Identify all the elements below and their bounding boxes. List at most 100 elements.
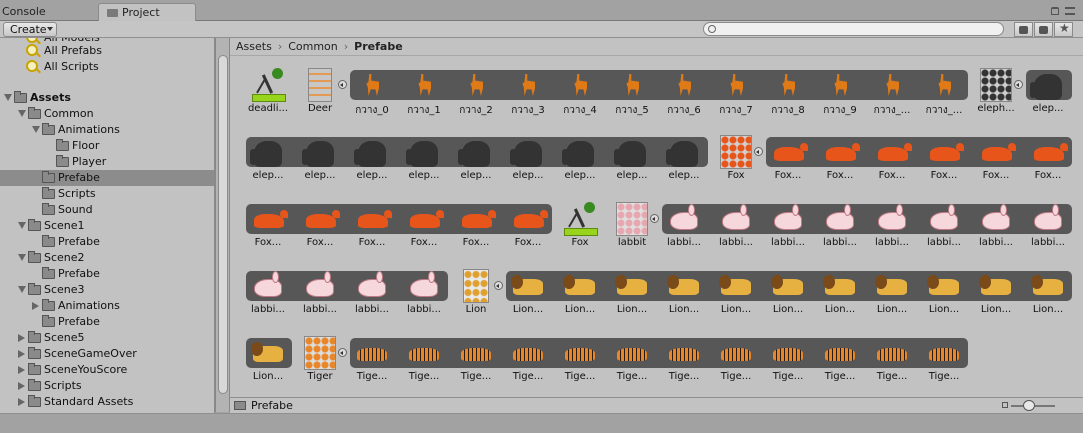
tree-item-sceneyouscore[interactable]: SceneYouScore <box>0 362 214 378</box>
asset-item[interactable]: Tige... <box>814 330 866 394</box>
search-by-type-button[interactable] <box>1014 22 1033 37</box>
asset-item[interactable]: Lion... <box>762 263 814 327</box>
asset-item[interactable]: elep... <box>294 129 346 193</box>
asset-item[interactable]: labbit <box>606 196 659 260</box>
asset-item[interactable]: Fox... <box>918 129 970 193</box>
expand-open-icon[interactable] <box>18 254 26 261</box>
tree-item-scripts[interactable]: Scripts <box>0 186 214 202</box>
asset-item[interactable]: Lion... <box>814 263 866 327</box>
tree-item-scene2[interactable]: Scene2 <box>0 250 214 266</box>
asset-item[interactable]: Lion... <box>1022 263 1074 327</box>
asset-item[interactable]: Tiger <box>294 330 347 394</box>
tree-item-scripts[interactable]: Scripts <box>0 378 214 394</box>
asset-item[interactable]: Fox... <box>1022 129 1074 193</box>
icon-size-slider-knob[interactable] <box>1023 400 1035 411</box>
asset-item[interactable]: กวาง_4 <box>554 62 606 126</box>
asset-item[interactable]: Tige... <box>918 330 970 394</box>
asset-item[interactable]: Lion <box>450 263 503 327</box>
asset-item[interactable]: Deer <box>294 62 347 126</box>
asset-item[interactable]: กวาง_6 <box>658 62 710 126</box>
expand-open-icon[interactable] <box>18 222 26 229</box>
asset-item[interactable]: elep... <box>502 129 554 193</box>
expand-closed-icon[interactable] <box>18 382 25 390</box>
asset-item[interactable]: Tige... <box>658 330 710 394</box>
expand-closed-icon[interactable] <box>18 366 25 374</box>
asset-item[interactable]: Tige... <box>450 330 502 394</box>
tree-item-assets[interactable]: Assets <box>0 90 214 106</box>
favorite-item[interactable]: All Scripts <box>0 59 214 75</box>
tree-item-scene5[interactable]: Scene5 <box>0 330 214 346</box>
asset-item[interactable]: labbi... <box>242 263 294 327</box>
asset-item[interactable]: labbi... <box>814 196 866 260</box>
asset-item[interactable]: Tige... <box>346 330 398 394</box>
scrollbar-thumb[interactable] <box>218 55 228 394</box>
tab-console[interactable]: Console <box>0 3 90 21</box>
breadcrumb-item[interactable]: Prefabe <box>354 40 403 53</box>
asset-item[interactable]: Fox... <box>970 129 1022 193</box>
tree-item-floor[interactable]: Floor <box>0 138 214 154</box>
expand-open-icon[interactable] <box>4 94 12 101</box>
asset-item[interactable]: Fox... <box>814 129 866 193</box>
asset-item[interactable]: กวาง_2 <box>450 62 502 126</box>
tree-item-scene3[interactable]: Scene3 <box>0 282 214 298</box>
asset-item[interactable]: Lion... <box>710 263 762 327</box>
search-by-label-button[interactable] <box>1034 22 1053 37</box>
asset-item[interactable]: labbi... <box>398 263 450 327</box>
asset-item[interactable]: Fox <box>554 196 606 260</box>
asset-item[interactable]: กวาง_3 <box>502 62 554 126</box>
search-input[interactable] <box>703 22 1004 36</box>
asset-item[interactable]: labbi... <box>658 196 710 260</box>
asset-item[interactable]: Lion... <box>970 263 1022 327</box>
expand-open-icon[interactable] <box>32 126 40 133</box>
asset-item[interactable]: elep... <box>346 129 398 193</box>
tree-item-prefabe[interactable]: Prefabe <box>0 170 214 186</box>
asset-item[interactable]: Fox... <box>450 196 502 260</box>
asset-item[interactable]: Lion... <box>866 263 918 327</box>
tree-item-prefabe[interactable]: Prefabe <box>0 234 214 250</box>
tree-item-animations[interactable]: Animations <box>0 298 214 314</box>
asset-item[interactable]: elep... <box>1022 62 1074 126</box>
expand-closed-icon[interactable] <box>18 398 25 406</box>
asset-item[interactable]: Lion... <box>502 263 554 327</box>
asset-item[interactable]: กวาง_5 <box>606 62 658 126</box>
tree-scrollbar[interactable] <box>215 38 230 412</box>
tree-item-player[interactable]: Player <box>0 154 214 170</box>
asset-item[interactable]: Tige... <box>762 330 814 394</box>
asset-item[interactable]: elep... <box>658 129 710 193</box>
tree-item-standard-assets[interactable]: Standard Assets <box>0 394 214 410</box>
tree-item-animations[interactable]: Animations <box>0 122 214 138</box>
asset-item[interactable]: กวาง_7 <box>710 62 762 126</box>
asset-item[interactable]: labbi... <box>1022 196 1074 260</box>
expand-open-icon[interactable] <box>18 110 26 117</box>
asset-item[interactable]: กวาง_... <box>866 62 918 126</box>
asset-item[interactable]: labbi... <box>970 196 1022 260</box>
asset-item[interactable]: elep... <box>242 129 294 193</box>
asset-item[interactable]: labbi... <box>294 263 346 327</box>
asset-item[interactable]: elep... <box>606 129 658 193</box>
asset-item[interactable]: labbi... <box>918 196 970 260</box>
asset-item[interactable]: labbi... <box>762 196 814 260</box>
asset-item[interactable]: Lion... <box>658 263 710 327</box>
asset-item[interactable]: Lion... <box>554 263 606 327</box>
breadcrumb-item[interactable]: Assets <box>236 40 272 53</box>
asset-item[interactable]: Tige... <box>502 330 554 394</box>
asset-item[interactable]: กวาง_8 <box>762 62 814 126</box>
asset-item[interactable]: labbi... <box>866 196 918 260</box>
expand-open-icon[interactable] <box>18 286 26 293</box>
asset-item[interactable]: กวาง_0 <box>346 62 398 126</box>
asset-item[interactable]: กวาง_1 <box>398 62 450 126</box>
tree-item-scenegameover[interactable]: SceneGameOver <box>0 346 214 362</box>
asset-item[interactable]: Tige... <box>866 330 918 394</box>
asset-item[interactable]: eleph... <box>970 62 1023 126</box>
asset-item[interactable]: deadli... <box>242 62 294 126</box>
asset-item[interactable]: Fox... <box>242 196 294 260</box>
asset-item[interactable]: Fox... <box>502 196 554 260</box>
asset-item[interactable]: elep... <box>554 129 606 193</box>
asset-item[interactable]: elep... <box>398 129 450 193</box>
asset-item[interactable]: Tige... <box>710 330 762 394</box>
tree-item-prefabe[interactable]: Prefabe <box>0 314 214 330</box>
asset-item[interactable]: elep... <box>450 129 502 193</box>
asset-item[interactable]: Fox... <box>398 196 450 260</box>
asset-item[interactable]: Fox... <box>762 129 814 193</box>
expand-closed-icon[interactable] <box>18 350 25 358</box>
